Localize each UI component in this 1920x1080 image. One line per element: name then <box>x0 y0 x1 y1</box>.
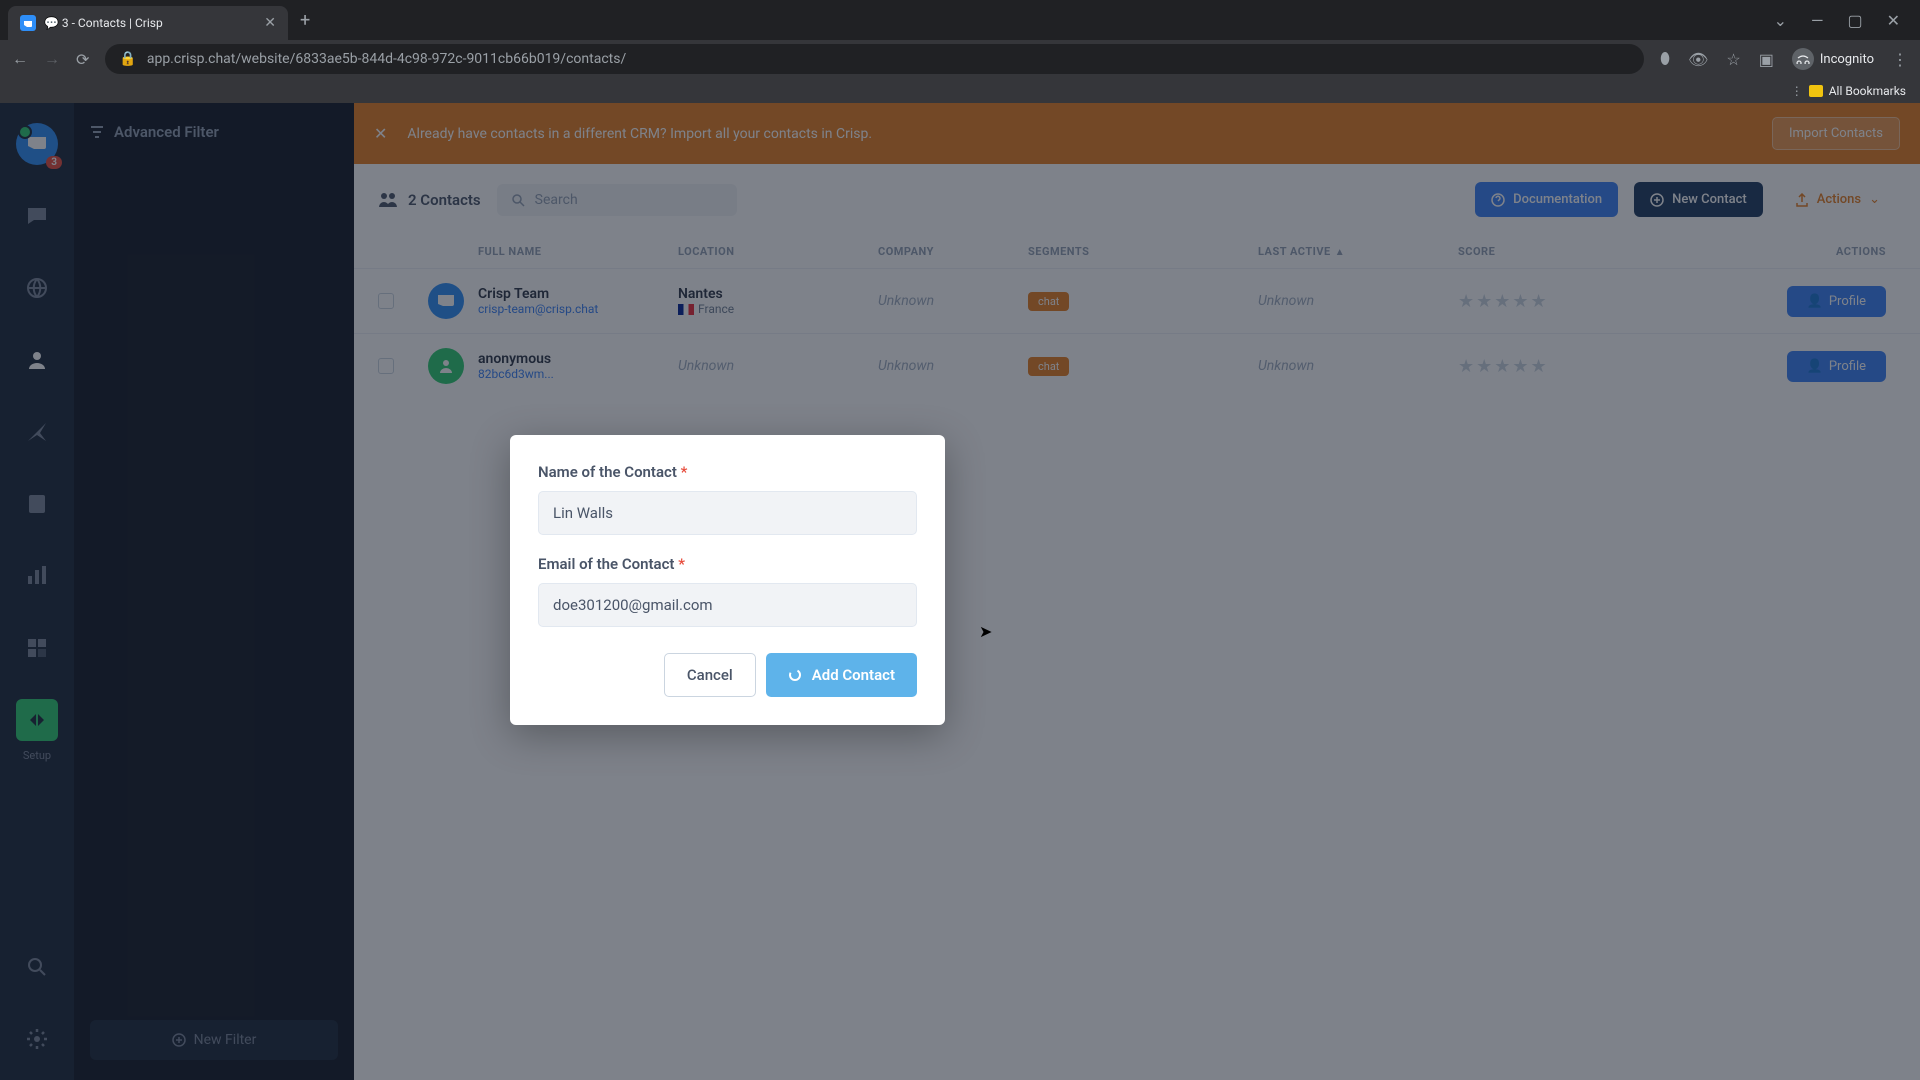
submit-label: Add Contact <box>812 666 895 684</box>
browser-chrome: 💬 3 - Contacts | Crisp ✕ + ⌄ — ▢ ✕ ← → ⟳… <box>0 0 1920 103</box>
modal-overlay[interactable] <box>0 103 1920 1080</box>
bookmark-star-icon[interactable]: ☆ <box>1726 50 1740 69</box>
lock-icon: 🔒 <box>119 51 136 67</box>
incognito-icon <box>1792 48 1814 70</box>
all-bookmarks-link[interactable]: ⋮ All Bookmarks <box>1791 84 1906 98</box>
tab-bar: 💬 3 - Contacts | Crisp ✕ + ⌄ — ▢ ✕ <box>0 0 1920 40</box>
address-bar[interactable]: 🔒 app.crisp.chat/website/6833ae5b-844d-4… <box>105 44 1644 74</box>
menu-dots-icon[interactable]: ⋮ <box>1892 50 1908 69</box>
tab-title: 💬 3 - Contacts | Crisp <box>44 16 256 30</box>
address-bar-row: ← → ⟳ 🔒 app.crisp.chat/website/6833ae5b-… <box>0 40 1920 78</box>
all-bookmarks-label: All Bookmarks <box>1829 84 1906 98</box>
tabs-dropdown-icon[interactable]: ⌄ <box>1774 11 1787 30</box>
eye-off-icon[interactable]: 👁 <box>1688 50 1708 69</box>
extensions-icon[interactable]: ▣ <box>1759 50 1774 69</box>
favicon <box>20 15 36 31</box>
browser-tab[interactable]: 💬 3 - Contacts | Crisp ✕ <box>8 6 288 40</box>
cancel-button[interactable]: Cancel <box>664 653 756 697</box>
forward-icon[interactable]: → <box>44 49 60 69</box>
email-input[interactable] <box>538 583 917 627</box>
add-contact-submit-button[interactable]: Add Contact <box>766 653 917 697</box>
spinner-icon <box>788 668 802 682</box>
password-key-icon[interactable]: ⬮ <box>1660 49 1670 69</box>
window-controls: ⌄ — ▢ ✕ <box>1774 11 1912 30</box>
folder-icon <box>1809 85 1823 97</box>
add-contact-dialog: Name of the Contact * Email of the Conta… <box>510 435 945 725</box>
incognito-badge[interactable]: Incognito <box>1792 48 1874 70</box>
url-text: app.crisp.chat/website/6833ae5b-844d-4c9… <box>147 51 626 67</box>
close-window-icon[interactable]: ✕ <box>1887 11 1900 30</box>
name-field-label: Name of the Contact * <box>538 463 917 481</box>
bookmarks-bar: ⋮ All Bookmarks <box>0 78 1920 103</box>
tab-close-icon[interactable]: ✕ <box>264 15 276 31</box>
incognito-label: Incognito <box>1820 52 1874 67</box>
app-root: 3 Setup Advanced Filter New Filter ✕ Alr… <box>0 103 1920 1080</box>
email-field-label: Email of the Contact * <box>538 555 917 573</box>
back-icon[interactable]: ← <box>12 49 28 69</box>
maximize-icon[interactable]: ▢ <box>1847 11 1862 30</box>
name-input[interactable] <box>538 491 917 535</box>
minimize-icon[interactable]: — <box>1811 11 1824 30</box>
reload-icon[interactable]: ⟳ <box>76 50 89 69</box>
new-tab-button[interactable]: + <box>300 10 310 31</box>
